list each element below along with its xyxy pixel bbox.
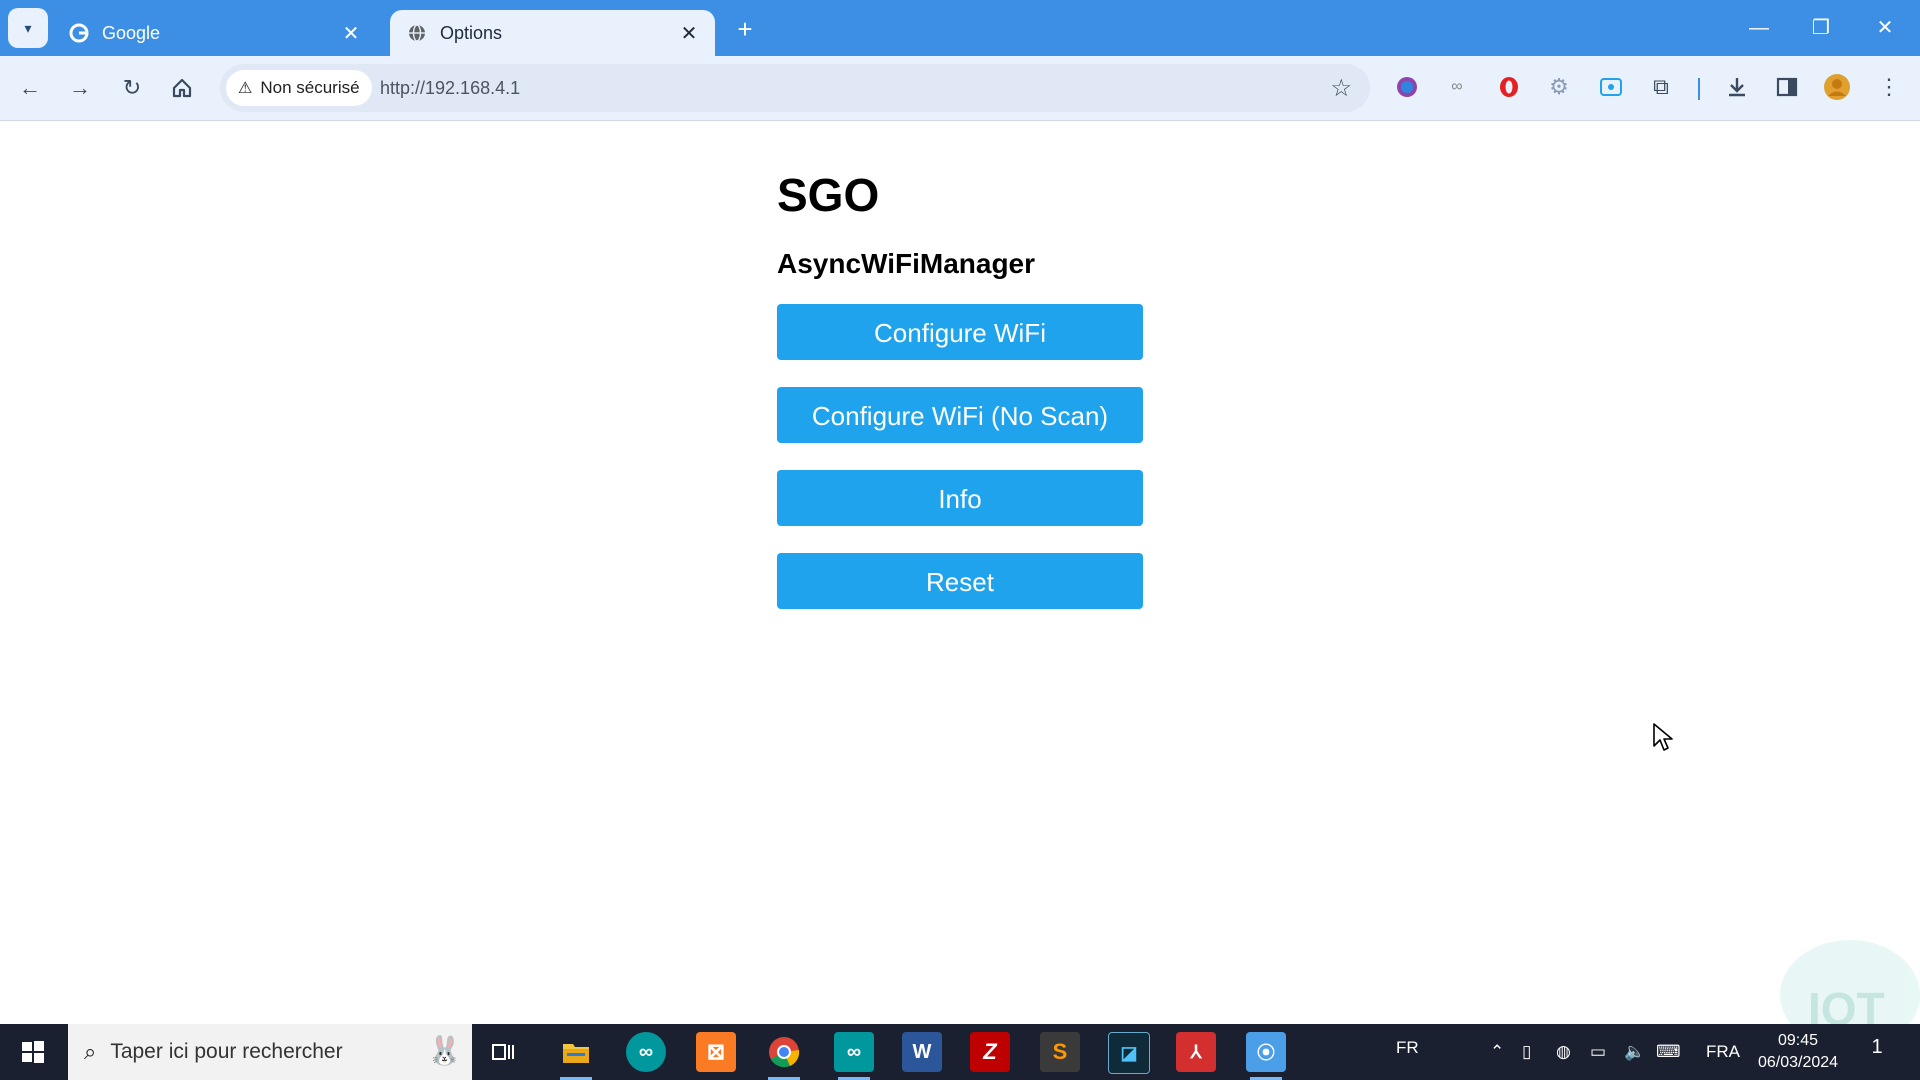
security-label: Non sécurisé bbox=[260, 78, 360, 97]
restore-button[interactable]: ❐ bbox=[1798, 12, 1844, 44]
filezilla-icon[interactable]: Z bbox=[970, 1032, 1010, 1072]
globe-icon bbox=[406, 22, 428, 44]
color-picker-extension-icon[interactable] bbox=[1392, 72, 1422, 102]
tab-options[interactable]: Options ✕ bbox=[390, 10, 715, 56]
device-icon[interactable]: ▯ bbox=[1522, 1024, 1531, 1080]
arduino-ide-icon[interactable]: ∞ bbox=[834, 1032, 874, 1080]
close-icon[interactable]: ✕ bbox=[677, 21, 701, 46]
notification-center-icon[interactable]: 1 bbox=[1862, 1036, 1892, 1066]
toolbar-divider bbox=[1698, 78, 1700, 100]
url-text[interactable]: http://192.168.4.1 bbox=[380, 64, 520, 112]
acrobat-icon[interactable]: ⅄ bbox=[1176, 1032, 1216, 1072]
close-window-button[interactable]: ✕ bbox=[1862, 12, 1908, 44]
close-icon[interactable]: ✕ bbox=[339, 21, 363, 46]
address-bar[interactable]: ⚠ Non sécurisé http://192.168.4.1 ☆ bbox=[220, 64, 1370, 112]
file-explorer-icon[interactable] bbox=[556, 1032, 596, 1080]
language-indicator[interactable]: FR bbox=[1396, 1024, 1419, 1080]
clock-date: 06/03/2024 bbox=[1757, 1054, 1839, 1071]
reset-button[interactable]: Reset bbox=[777, 553, 1143, 609]
chevron-up-icon[interactable]: ⌃ bbox=[1490, 1024, 1504, 1080]
volume-icon[interactable]: 🔈 bbox=[1624, 1024, 1645, 1080]
new-tab-button[interactable]: + bbox=[730, 14, 760, 44]
bookmark-star-icon[interactable]: ☆ bbox=[1330, 74, 1352, 103]
tab-title: Google bbox=[102, 22, 161, 43]
security-chip[interactable]: ⚠ Non sécurisé bbox=[226, 70, 372, 106]
side-panel-icon[interactable] bbox=[1772, 72, 1802, 102]
clock-time: 09:45 bbox=[1777, 1032, 1819, 1049]
gear-icon[interactable]: ⚙ bbox=[1544, 72, 1574, 102]
tab-google[interactable]: Google ✕ bbox=[52, 10, 377, 56]
chevron-down-icon: ▾ bbox=[24, 19, 32, 36]
warning-icon: ⚠ bbox=[238, 80, 253, 97]
wifi-manager-page: SGO AsyncWiFiManager Configure WiFi Conf… bbox=[777, 160, 1143, 609]
back-icon[interactable]: ← bbox=[14, 72, 46, 104]
browser-toolbar: ← → ↻ ⚠ Non sécurisé http://192.168.4.1 … bbox=[0, 56, 1920, 121]
windows-taskbar: ⌕ Taper ici pour rechercher 🐰 ∞ ⊠ ∞ W Z … bbox=[0, 1024, 1920, 1080]
configure-wifi-noscan-button[interactable]: Configure WiFi (No Scan) bbox=[777, 387, 1143, 443]
word-icon[interactable]: W bbox=[902, 1032, 942, 1072]
screen-capture-extension-icon[interactable] bbox=[1596, 72, 1626, 102]
extensions-puzzle-icon[interactable]: ⧉ bbox=[1646, 72, 1676, 102]
minimize-button[interactable]: — bbox=[1736, 12, 1782, 44]
screen-recorder-icon[interactable]: ⦿ bbox=[1246, 1032, 1286, 1080]
opera-extension-icon[interactable] bbox=[1494, 72, 1524, 102]
sublime-text-icon[interactable]: S bbox=[1040, 1032, 1080, 1072]
menu-kebab-icon[interactable]: ⋮ bbox=[1874, 72, 1904, 102]
xampp-icon[interactable]: ⊠ bbox=[696, 1032, 736, 1072]
download-icon[interactable] bbox=[1722, 72, 1752, 102]
tab-search-button[interactable]: ▾ bbox=[8, 8, 48, 48]
battery-icon[interactable]: ▭ bbox=[1590, 1024, 1606, 1080]
clock[interactable]: 09:45 06/03/2024 bbox=[1752, 1030, 1844, 1074]
network-globe-icon[interactable]: ◍ bbox=[1556, 1024, 1571, 1080]
input-language[interactable]: FRA bbox=[1706, 1024, 1740, 1080]
forward-icon[interactable]: → bbox=[64, 72, 96, 104]
page-title: SGO bbox=[777, 169, 880, 221]
tab-title: Options bbox=[440, 22, 503, 43]
search-placeholder: Taper ici pour rechercher bbox=[110, 1040, 343, 1063]
task-view-icon[interactable] bbox=[484, 1032, 524, 1072]
start-button[interactable] bbox=[0, 1024, 66, 1080]
easter-decoration-icon: 🐰 bbox=[427, 1035, 462, 1066]
info-button[interactable]: Info bbox=[777, 470, 1143, 526]
page-subtitle: AsyncWiFiManager bbox=[777, 248, 1036, 279]
keyboard-icon[interactable]: ⌨ bbox=[1656, 1024, 1681, 1080]
configure-wifi-button[interactable]: Configure WiFi bbox=[777, 304, 1143, 360]
taskbar-search-box[interactable]: ⌕ Taper ici pour rechercher 🐰 bbox=[68, 1024, 472, 1080]
search-icon: ⌕ bbox=[84, 1039, 97, 1064]
profile-avatar[interactable] bbox=[1822, 72, 1852, 102]
notification-count: 1 bbox=[1871, 1036, 1883, 1058]
windows-logo-icon bbox=[22, 1041, 44, 1063]
reload-icon[interactable]: ↻ bbox=[116, 72, 148, 104]
google-icon bbox=[68, 22, 90, 44]
chrome-icon[interactable] bbox=[764, 1032, 804, 1080]
tab-strip: ▾ Google ✕ Options ✕ + — ❐ ✕ bbox=[0, 0, 1920, 56]
link-extension-icon[interactable]: ∞ bbox=[1442, 72, 1472, 102]
camtasia-icon[interactable]: ◪ bbox=[1108, 1032, 1150, 1074]
mouse-cursor-icon bbox=[1652, 722, 1674, 757]
home-icon[interactable] bbox=[166, 72, 198, 104]
arduino-icon[interactable]: ∞ bbox=[626, 1032, 666, 1072]
